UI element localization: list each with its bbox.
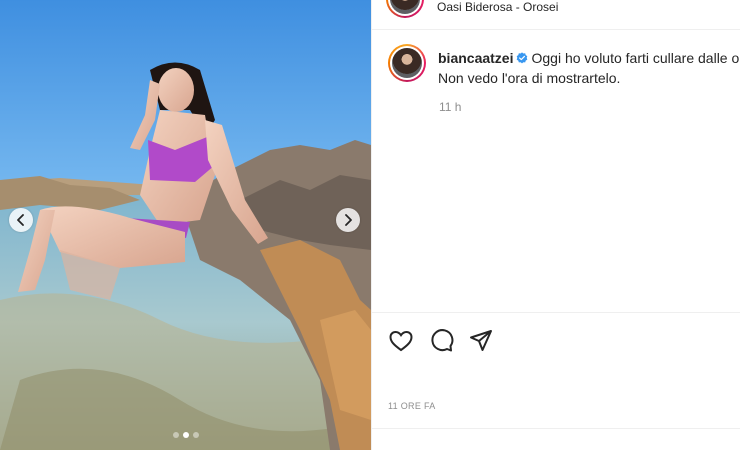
verified-badge-icon (517, 52, 528, 64)
comment-button[interactable] (428, 328, 454, 354)
chevron-right-icon (345, 214, 352, 226)
post-photo (0, 0, 371, 450)
previous-slide-button[interactable] (9, 208, 33, 232)
story-ring (386, 0, 424, 18)
caption-time[interactable]: 11 h (439, 100, 461, 114)
like-button[interactable] (388, 328, 414, 354)
caption-username[interactable]: biancaatzei (438, 50, 513, 66)
action-bar (372, 312, 740, 370)
heart-icon (389, 330, 413, 352)
post-header: Oasi Biderosa - Orosei (372, 0, 740, 30)
comment-icon (431, 329, 454, 352)
carousel-indicators (0, 432, 371, 438)
post-sidebar: Oasi Biderosa - Orosei biancaatzei Oggi h… (371, 0, 740, 450)
avatar (390, 0, 420, 14)
divider (372, 428, 740, 429)
share-icon (470, 330, 492, 351)
carousel-dot-active (182, 432, 189, 438)
share-button[interactable] (468, 328, 494, 354)
post-media[interactable] (0, 0, 371, 450)
avatar (392, 48, 422, 78)
header-avatar[interactable] (386, 0, 424, 18)
post-timestamp[interactable]: 11 ORE FA (388, 401, 436, 411)
carousel-dot (192, 432, 199, 438)
caption-text-line2: Non vedo l'ora di mostrartelo. (438, 70, 621, 86)
instagram-post: Oasi Biderosa - Orosei biancaatzei Oggi h… (0, 0, 740, 450)
caption-text-line1: Oggi ho voluto farti cullare dalle o (531, 50, 740, 66)
post-location[interactable]: Oasi Biderosa - Orosei (437, 0, 558, 14)
carousel-dot (172, 432, 179, 438)
chevron-left-icon (17, 214, 24, 226)
next-slide-button[interactable] (336, 208, 360, 232)
caption-comment: biancaatzei Oggi ho voluto farti cullare … (388, 44, 740, 88)
caption-avatar[interactable] (388, 44, 426, 82)
